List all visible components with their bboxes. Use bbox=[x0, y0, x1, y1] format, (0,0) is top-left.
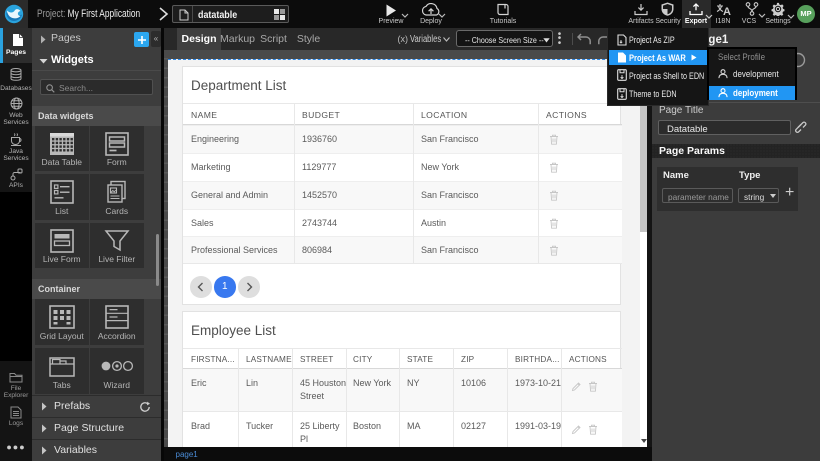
svg-text:A: A bbox=[723, 6, 731, 16]
